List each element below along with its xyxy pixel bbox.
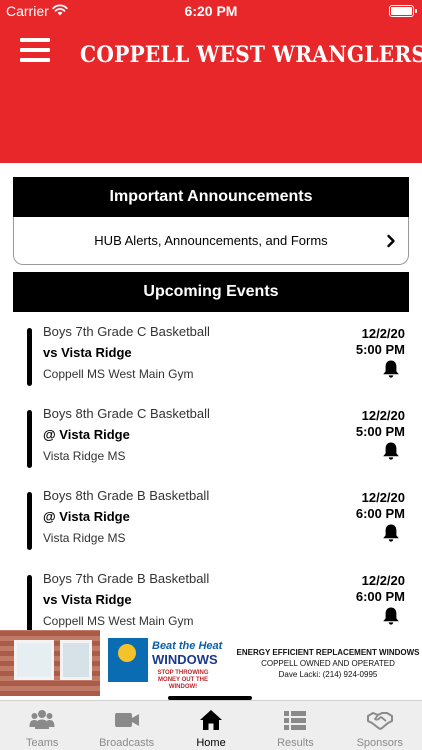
tab-teams[interactable]: Teams xyxy=(0,701,84,750)
event-date: 12/2/20 xyxy=(361,326,405,341)
event-date: 12/2/20 xyxy=(361,573,405,588)
event-stripe xyxy=(27,492,32,550)
ad-tagline: STOP THROWING MONEY OUT THE WINDOW! xyxy=(157,670,209,690)
event-team: Boys 8th Grade C Basketball xyxy=(43,406,210,421)
tab-label: Broadcasts xyxy=(99,737,155,749)
tab-broadcasts[interactable]: Broadcasts xyxy=(84,701,168,750)
sponsor-ad-banner[interactable]: Beat the Heat WINDOWS STOP THROWING MONE… xyxy=(0,630,422,696)
upcoming-events-header: Upcoming Events xyxy=(13,272,409,312)
event-stripe xyxy=(27,328,32,386)
event-date: 12/2/20 xyxy=(361,490,405,505)
ad-house-image xyxy=(0,630,100,696)
announcements-title: Important Announcements xyxy=(109,188,313,205)
tab-label: Results xyxy=(277,737,314,749)
event-time: 6:00 PM xyxy=(355,506,405,521)
event-location: Coppell MS West Main Gym xyxy=(43,614,194,628)
battery-icon xyxy=(389,5,417,17)
event-stripe xyxy=(27,410,32,468)
tab-results[interactable]: Results xyxy=(253,701,337,750)
results-list-icon xyxy=(284,711,307,730)
bell-icon[interactable] xyxy=(382,523,400,543)
ad-brand-line1: Beat the Heat xyxy=(152,640,223,652)
event-time: 5:00 PM xyxy=(355,342,405,357)
teams-icon xyxy=(29,710,55,729)
status-time: 6:20 PM xyxy=(184,3,238,19)
event-time: 5:00 PM xyxy=(355,424,405,439)
chevron-right-icon xyxy=(387,234,395,248)
handshake-icon xyxy=(366,712,393,730)
event-opponent: vs Vista Ridge xyxy=(43,345,132,360)
event-team: Boys 7th Grade B Basketball xyxy=(43,571,210,586)
event-time: 6:00 PM xyxy=(355,589,405,604)
event-opponent: vs Vista Ridge xyxy=(43,592,132,607)
tab-label: Home xyxy=(196,737,226,749)
bell-icon[interactable] xyxy=(382,359,400,379)
bell-icon[interactable] xyxy=(382,606,400,626)
status-bar: Carrier 6:20 PM xyxy=(0,0,422,22)
ad-headline: ENERGY EFFICIENT REPLACEMENT WINDOWS xyxy=(236,648,420,657)
event-opponent: @ Vista Ridge xyxy=(43,509,130,524)
video-camera-icon xyxy=(114,713,139,727)
ad-subline: COPPELL OWNED AND OPERATED xyxy=(261,659,395,668)
event-location: Vista Ridge MS xyxy=(43,531,126,545)
ad-logo: Beat the Heat WINDOWS STOP THROWING MONE… xyxy=(108,636,223,692)
event-stripe xyxy=(27,575,32,633)
tab-label: Teams xyxy=(26,737,59,749)
event-team: Boys 7th Grade C Basketball xyxy=(43,324,210,339)
hub-alerts-link[interactable]: HUB Alerts, Announcements, and Forms xyxy=(13,217,409,265)
tab-bar: Teams Broadcasts Home Results Sponsors xyxy=(0,700,422,750)
hamburger-menu-icon[interactable] xyxy=(20,38,50,62)
event-team: Boys 8th Grade B Basketball xyxy=(43,488,210,503)
event-location: Vista Ridge MS xyxy=(43,449,126,463)
tab-label: Sponsors xyxy=(356,737,404,749)
ad-contact: Dave Lacki: (214) 924-0995 xyxy=(278,670,378,679)
home-icon xyxy=(200,710,223,730)
event-opponent: @ Vista Ridge xyxy=(43,427,130,442)
ad-text: ENERGY EFFICIENT REPLACEMENT WINDOWS COP… xyxy=(236,648,420,679)
app-title: COPPELL WEST WRANGLERS xyxy=(80,42,422,68)
event-location: Coppell MS West Main Gym xyxy=(43,367,194,381)
event-item[interactable]: Boys 7th Grade C Basketball vs Vista Rid… xyxy=(13,324,409,398)
upcoming-events-title: Upcoming Events xyxy=(143,283,279,300)
tab-sponsors[interactable]: Sponsors xyxy=(338,701,422,750)
ad-brand-line2: WINDOWS xyxy=(152,652,218,667)
event-item[interactable]: Boys 8th Grade C Basketball @ Vista Ridg… xyxy=(13,406,409,480)
announcements-header: Important Announcements xyxy=(13,177,409,217)
hub-alerts-label: HUB Alerts, Announcements, and Forms xyxy=(94,233,328,248)
app-header: Carrier 6:20 PM COPPELL WEST WRANGLERS xyxy=(0,0,422,163)
event-item[interactable]: Boys 8th Grade B Basketball @ Vista Ridg… xyxy=(13,488,409,562)
tab-home[interactable]: Home xyxy=(169,701,253,750)
event-date: 12/2/20 xyxy=(361,408,405,423)
bell-icon[interactable] xyxy=(382,441,400,461)
